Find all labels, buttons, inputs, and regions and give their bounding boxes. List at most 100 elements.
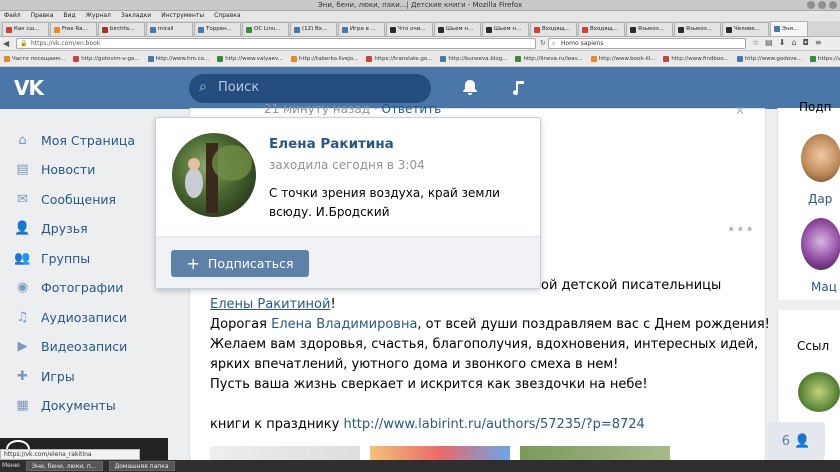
back-icon[interactable]: ◀ [3,39,9,48]
taskbar-window-firefox[interactable]: Эни, бени, люки, п... [25,461,103,471]
sidebar-item-label: Новости [41,162,96,177]
tab-label: ОС Linu... [254,26,281,32]
post-image[interactable] [210,446,360,460]
menu-history[interactable]: Журнал [86,11,111,21]
bell-icon[interactable] [461,78,479,100]
friend-name[interactable]: Дар [808,192,832,206]
more-options-icon[interactable]: ••• [727,222,755,238]
bookmark-list-icon[interactable]: ▤ [765,38,773,47]
browser-tab[interactable]: Языкоз... [674,22,721,36]
close-button[interactable] [829,1,837,9]
taskbar-window-files[interactable]: Домашняя папка [108,461,175,471]
bookmark-item[interactable]: http://www.book-ill... [590,51,655,66]
home-page-icon[interactable]: ⌂ [791,38,796,47]
menu-tools[interactable]: Инструменты [161,11,204,21]
friend-name[interactable]: Мац [811,280,837,294]
profile-name[interactable]: Елена Ракитина [269,136,394,152]
bookmark-item[interactable]: http://taberko.livejo... [291,51,358,66]
music-note-icon[interactable] [509,78,527,100]
bookmark-item[interactable]: http://gotovim-v-go... [73,51,140,66]
post-images [210,446,766,460]
sidebar-item-news[interactable]: ▤ Новости [14,159,164,181]
browser-tab[interactable]: Входящ... [530,22,577,36]
menu-edit[interactable]: Правка [31,11,54,21]
vk-logo[interactable]: VK [14,77,50,99]
sidebar-item-video[interactable]: ▶ Видеозаписи [14,336,164,358]
url-bar[interactable]: 🔒 https://vk.com/en.book [16,38,536,49]
browser-tab[interactable]: Эни... [770,21,808,36]
browser-tab[interactable]: Что очи... [386,22,433,36]
bookmark-item[interactable]: http://lineva.ru/leav... [515,51,583,66]
browser-tab[interactable]: Шьем н... [434,22,481,36]
profile-avatar[interactable] [172,133,256,217]
tab-label: birchfa... [110,26,135,32]
url-text: https://vk.com/en.book [31,40,101,47]
bookmark-item[interactable]: http://www.findboo... [663,51,729,66]
sidebar-item-camera[interactable]: ◉ Фотографии [14,277,164,299]
menu-view[interactable]: Вид [63,11,75,21]
bookmark-item[interactable]: https://translate.go... [366,51,432,66]
tab-favicon-icon [486,26,492,33]
subscribe-button[interactable]: + Подписаться [171,250,309,277]
bookmark-item[interactable]: Часто посещаем... [4,51,65,66]
browser-tab[interactable]: Игра в ... [338,22,385,36]
browser-tab[interactable]: Входящ... [578,22,625,36]
labirint-link[interactable]: http://www.labirint.ru/authors/57235/?p=… [343,417,644,432]
subscribe-label: Подписаться [207,256,294,271]
sidebar-item-home[interactable]: ⌂ Моя Страница [14,129,164,151]
tab-label: Торрен... [206,26,232,32]
sidebar-item-messages[interactable]: ✉ Сообщения [14,188,164,210]
start-menu-button[interactable]: Меню [2,460,20,472]
browser-tab[interactable]: (12) Вх... [290,22,337,36]
bookmark-item[interactable]: http://kuneeva.blog... [440,51,507,66]
author-link[interactable]: Елены Ракитиной [210,297,330,312]
minimize-button[interactable] [807,1,815,9]
mention-link[interactable]: Елена Владимировна [271,317,417,332]
sidebar-item-friends[interactable]: 👤 Друзья [14,218,164,240]
bookmark-item[interactable]: http://www.hm.co... [147,51,209,66]
browser-tab[interactable]: Языкоз... [626,22,673,36]
web-search-field[interactable]: ⌕ Homo sapiens [548,38,746,49]
post-image[interactable] [370,446,510,460]
post-line-4: Желаем вам здоровья, счастья, благополуч… [210,337,759,352]
sidebar-item-groups[interactable]: 👥 Группы [14,247,164,269]
browser-tab[interactable]: Торрен... [194,22,241,36]
chat-counter-button[interactable]: 6 👤 [767,422,825,460]
bookmark-favicon-icon [366,55,373,62]
sidebar-item-music[interactable]: ♫ Аудиозаписи [14,306,164,328]
groups-icon: 👥 [14,250,31,266]
browser-tab[interactable]: Free Ra... [50,22,97,36]
friend-avatar[interactable] [801,218,840,270]
browser-tab[interactable]: Шьем н... [482,22,529,36]
tab-favicon-icon [630,26,636,33]
pocket-icon[interactable]: ◘ [803,38,809,47]
bookmark-favicon-icon [73,55,80,62]
camera-icon: ◉ [16,280,29,295]
bookmark-item[interactable]: http://www.valyaev... [217,51,283,66]
browser-tab[interactable]: Как сш... [2,22,49,36]
friend-avatar[interactable] [801,134,840,182]
bookmark-item[interactable]: https://vk.com/pag... [809,51,840,66]
browser-tab[interactable]: ОС Linu... [242,22,289,36]
browser-tab[interactable]: Челове... [722,22,769,36]
post-image[interactable] [520,446,670,460]
web-search-value: Homo sapiens [561,40,604,47]
bookmark-item[interactable]: http://www.godove... [736,51,802,66]
hamburger-menu-icon[interactable]: ≡ [815,38,822,47]
star-icon[interactable]: ☆ [752,38,759,47]
menu-help[interactable]: Справка [214,11,240,21]
close-icon[interactable]: ✕ [735,104,745,118]
link-avatar[interactable] [798,372,840,412]
maximize-button[interactable] [818,1,826,9]
reply-link[interactable]: Ответить [382,102,442,115]
menu-file[interactable]: Файл [4,11,21,21]
download-icon[interactable]: ⬇ [779,38,786,47]
reload-icon[interactable]: ↻ [540,39,546,47]
browser-tab[interactable]: mirall [146,22,193,36]
tab-favicon-icon [246,26,252,33]
vk-search-placeholder: Поиск [218,80,260,95]
menu-bookmarks[interactable]: Закладки [121,11,151,21]
sidebar-item-document[interactable]: ▦ Документы [14,395,164,417]
browser-tab[interactable]: birchfa... [98,22,145,36]
sidebar-item-gamepad[interactable]: ✚ Игры [14,365,164,387]
